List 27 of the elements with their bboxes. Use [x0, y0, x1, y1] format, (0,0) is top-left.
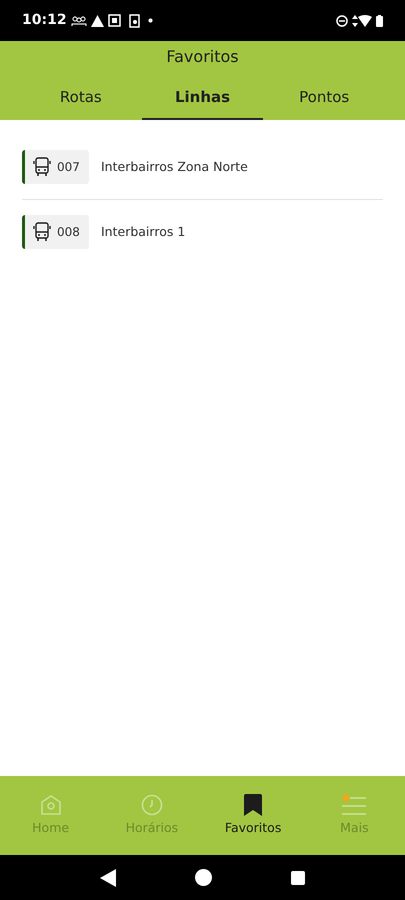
clock-icon: [140, 794, 163, 816]
home-circle-icon[interactable]: [194, 869, 212, 886]
calendar-icon: [108, 14, 121, 27]
warning-icon: [90, 14, 104, 26]
dot-icon: [148, 18, 153, 23]
bus-icon: [33, 222, 51, 242]
line-name[interactable]: Interbairros 1: [101, 222, 186, 242]
line-name[interactable]: Interbairros Zona Norte: [101, 158, 248, 176]
tab[interactable]: Linhas: [142, 78, 264, 120]
line-code: 008: [57, 224, 80, 241]
back-icon[interactable]: [100, 868, 116, 886]
line-code: 007: [57, 159, 80, 176]
data-arrows-icon: [352, 14, 358, 26]
people-icon: [70, 16, 87, 26]
bookmark-icon: [244, 794, 262, 816]
recents-icon[interactable]: [291, 870, 306, 884]
home-icon: [40, 794, 62, 816]
status-time: 10:12: [22, 11, 67, 30]
screen-title: Favoritos: [166, 46, 239, 68]
tab[interactable]: Rotas: [20, 78, 142, 120]
tab[interactable]: Pontos: [263, 78, 386, 120]
phone-icon: [128, 14, 140, 28]
bus-icon: [33, 157, 51, 177]
menu-icon: [342, 794, 366, 816]
do-not-disturb-icon: [336, 14, 348, 26]
battery-icon: [376, 14, 383, 26]
nav-tab[interactable]: Favoritos: [202, 776, 304, 855]
